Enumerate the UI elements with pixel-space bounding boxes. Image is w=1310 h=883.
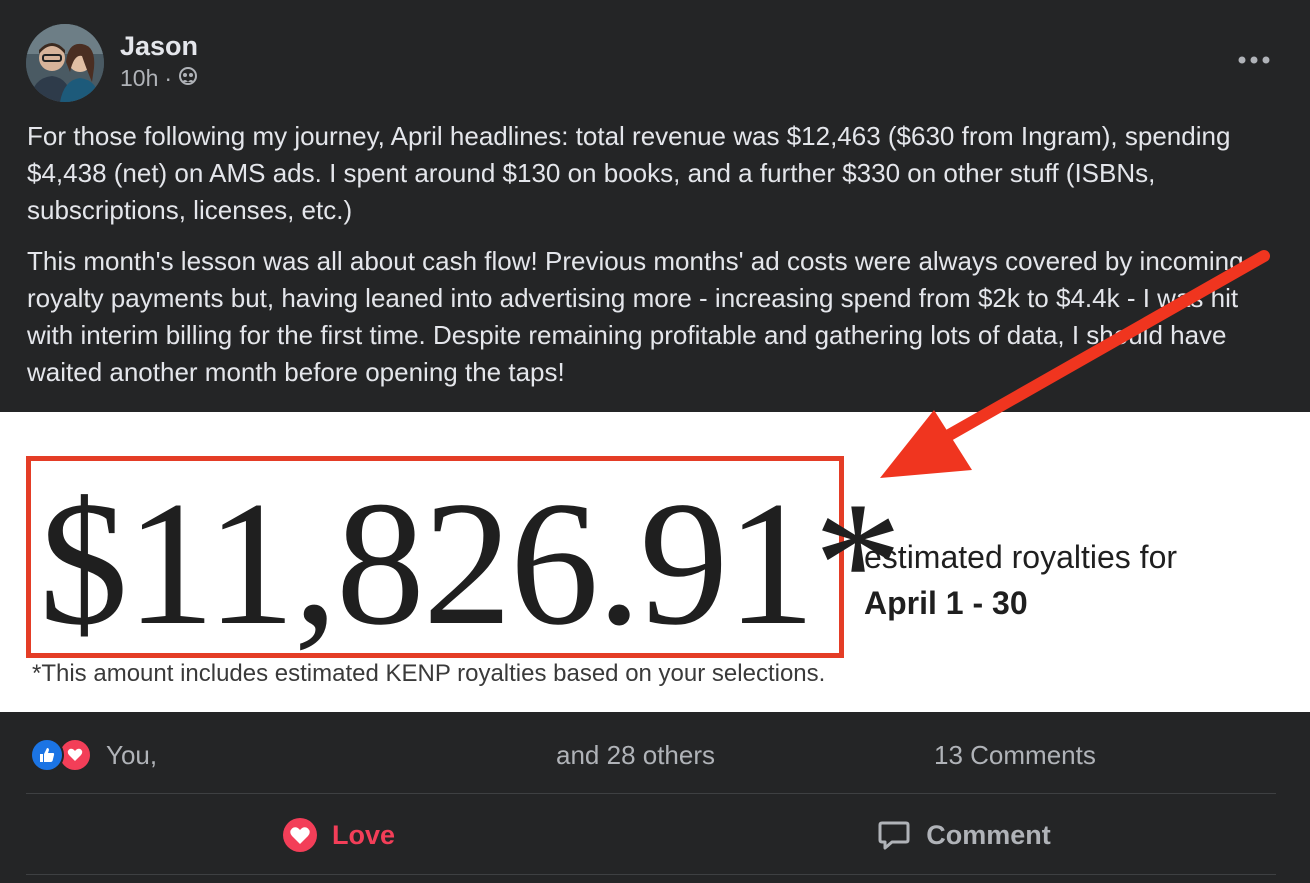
comment-icon xyxy=(876,817,912,853)
royalty-footnote: *This amount includes estimated KENP roy… xyxy=(32,660,826,687)
friends-icon[interactable] xyxy=(178,63,198,93)
reactors-text[interactable]: You, xyxy=(106,740,157,771)
post-paragraph: This month's lesson was all about cash f… xyxy=(27,246,1244,387)
author-block: Jason 10h · xyxy=(120,29,198,93)
more-options-icon[interactable] xyxy=(1234,40,1274,80)
divider xyxy=(26,793,1276,794)
like-icon xyxy=(30,738,64,772)
meta-separator: · xyxy=(164,65,173,91)
royalty-period: April 1 - 30 xyxy=(864,585,1028,621)
others-count[interactable]: and 28 others xyxy=(556,740,715,771)
comments-count[interactable]: 13 Comments xyxy=(934,740,1096,771)
love-label: Love xyxy=(331,819,396,850)
reaction-icons[interactable] xyxy=(30,738,92,772)
author-avatar[interactable] xyxy=(26,24,104,102)
post-paragraph: For those following my journey, April he… xyxy=(27,121,1231,225)
post-body: For those following my journey, April he… xyxy=(27,118,1287,405)
divider xyxy=(26,874,1276,875)
royalty-amount-highlight: $11,826.91* xyxy=(26,456,902,658)
comment-button[interactable]: Comment xyxy=(651,800,1276,870)
love-button[interactable]: Love xyxy=(26,800,651,870)
love-icon xyxy=(282,817,318,853)
post-header: Jason 10h · xyxy=(26,24,198,102)
post-actions: Love Comment xyxy=(26,800,1276,870)
royalty-caption-label: estimated royalties for xyxy=(864,539,1178,575)
royalty-caption: estimated royalties for April 1 - 30 xyxy=(864,534,1177,626)
post-timestamp[interactable]: 10h xyxy=(120,63,158,93)
post-card: Jason 10h · For those following my journ… xyxy=(0,0,1310,883)
post-meta: 10h · xyxy=(120,63,198,93)
comment-label: Comment xyxy=(926,819,1051,850)
royalty-amount: $11,826.91* xyxy=(39,464,902,662)
reactions-bar: You, and 28 others 13 Comments xyxy=(30,735,1280,775)
author-name[interactable]: Jason xyxy=(120,29,198,63)
